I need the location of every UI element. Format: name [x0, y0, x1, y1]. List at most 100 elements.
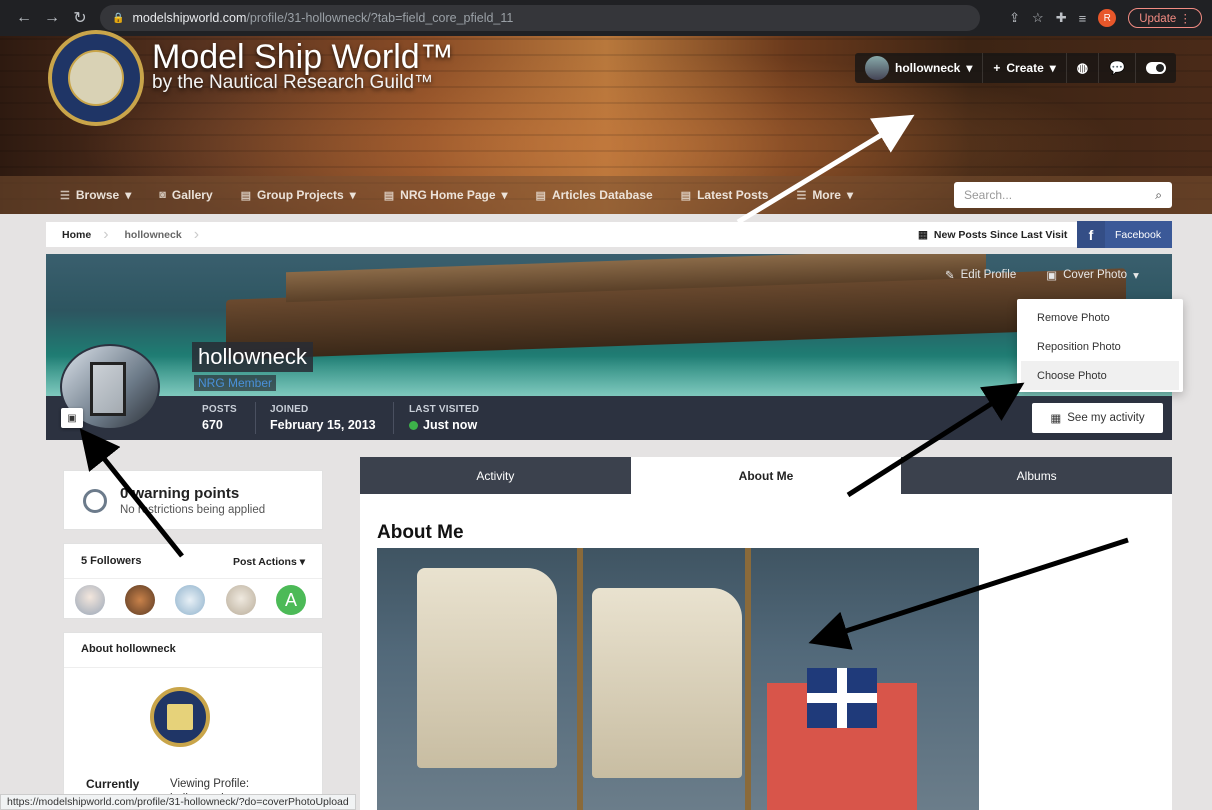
stat-joined-value: February 15, 2013	[270, 418, 376, 432]
tab-albums[interactable]: Albums	[901, 457, 1172, 494]
messages-button[interactable]: 💬	[1099, 53, 1137, 83]
chat-icon: 💬	[1109, 60, 1126, 75]
search-icon[interactable]: ⌕	[1155, 188, 1162, 203]
breadcrumb-current: hollowneck	[124, 228, 182, 241]
address-bar[interactable]: 🔒 modelshipworld.com /profile/31-hollown…	[100, 5, 980, 31]
document-icon: ▤	[680, 189, 692, 202]
newspaper-icon: ▦	[1050, 413, 1062, 425]
nav-group-projects[interactable]: ▤ Group Projects ▾	[241, 188, 356, 202]
reload-icon[interactable]: ↻	[66, 8, 94, 28]
about-me-photo	[377, 548, 979, 810]
chevron-down-icon: ▾	[349, 188, 356, 202]
logo-emblem	[68, 50, 124, 106]
followers-title[interactable]: 5 Followers	[81, 555, 142, 567]
follower-avatar[interactable]	[175, 585, 205, 615]
stat-last-row: Just now	[409, 418, 479, 432]
site-logo[interactable]	[48, 30, 144, 126]
facebook-icon: f	[1077, 221, 1105, 248]
tab-about-me[interactable]: About Me	[630, 457, 902, 494]
seal-emblem	[167, 704, 193, 730]
chevron-down-icon: ▾	[125, 188, 132, 202]
lock-icon: 🔒	[112, 12, 125, 24]
warning-title: 0 warning points	[120, 485, 240, 502]
list-icon: ☰	[60, 189, 70, 202]
browser-profile-avatar[interactable]: R	[1098, 9, 1117, 27]
photo-mast	[577, 548, 583, 810]
url-path: /profile/31-hollowneck/?tab=field_core_p…	[246, 11, 514, 25]
menu-reposition-photo[interactable]: Reposition Photo	[1017, 332, 1183, 361]
stat-last-label: LAST VISITED	[409, 404, 480, 415]
stat-last-value: Just now	[423, 418, 478, 432]
menu-choose-photo[interactable]: Choose Photo	[1021, 361, 1179, 390]
facebook-button[interactable]: f Facebook	[1077, 221, 1172, 248]
avatar-upload-button[interactable]: ▣	[61, 408, 83, 428]
cover-photo-menu: Remove Photo Reposition Photo Choose Pho…	[1017, 299, 1183, 392]
nav-more[interactable]: ☰ More ▾	[796, 188, 853, 202]
photo-union-jack	[807, 668, 877, 728]
nav-more-label: More	[812, 188, 841, 202]
tab-activity[interactable]: Activity	[360, 457, 631, 494]
reading-list-icon[interactable]: ≡	[1079, 11, 1087, 26]
follower-avatar[interactable]	[226, 585, 256, 615]
nav-gallery[interactable]: ◙ Gallery	[159, 188, 212, 202]
profile-username: hollowneck	[192, 342, 313, 372]
chevron-down-icon: ▾	[1133, 270, 1139, 282]
globe-icon: ◍	[1076, 60, 1089, 75]
search-input[interactable]: Search... ⌕	[954, 182, 1172, 208]
cover-actions: ✎ Edit Profile ▣ Cover Photo ▾	[945, 268, 1139, 282]
post-actions-label: Post Actions	[233, 556, 297, 568]
follower-avatar[interactable]	[75, 585, 105, 615]
share-icon[interactable]: ⇪	[1009, 10, 1020, 26]
follower-avatar[interactable]: A	[276, 585, 306, 615]
warning-ring-icon	[83, 489, 107, 513]
pencil-icon: ✎	[945, 270, 955, 282]
globe-button[interactable]: ◍	[1067, 53, 1100, 83]
panel-divider	[64, 578, 322, 579]
edit-profile-button[interactable]: ✎ Edit Profile	[945, 268, 1016, 282]
forward-icon[interactable]: →	[38, 9, 66, 27]
nav-nrg-home[interactable]: ▤ NRG Home Page ▾	[384, 188, 508, 202]
list-icon: ☰	[796, 189, 807, 202]
nav-articles-label: Articles Database	[551, 188, 653, 202]
create-menu[interactable]: + Create ▾	[983, 53, 1067, 83]
star-icon[interactable]: ☆	[1032, 10, 1044, 26]
theme-toggle[interactable]	[1136, 53, 1176, 83]
chevron-down-icon: ▾	[1049, 61, 1056, 75]
about-me-heading: About Me	[377, 522, 464, 543]
avatar-lantern	[90, 362, 126, 416]
profile-tabs: Activity About Me Albums	[360, 457, 1172, 494]
follower-avatar[interactable]	[125, 585, 155, 615]
photo-sail	[592, 588, 742, 778]
back-icon[interactable]: ←	[10, 9, 38, 27]
menu-remove-photo[interactable]: Remove Photo	[1017, 303, 1183, 332]
about-user-title: About hollowneck	[81, 643, 176, 655]
post-actions-menu[interactable]: Post Actions ▾	[233, 556, 305, 568]
nav-nrg-home-label: NRG Home Page	[400, 188, 496, 202]
nav-articles[interactable]: ▤ Articles Database	[536, 188, 653, 202]
stat-divider	[393, 402, 394, 434]
user-menu-name: hollowneck	[895, 61, 961, 75]
currently-label: Currently	[86, 777, 140, 791]
nav-browse[interactable]: ☰ Browse ▾	[60, 188, 131, 202]
new-posts-label: New Posts Since Last Visit	[933, 228, 1068, 241]
stat-posts-value: 670	[202, 418, 223, 432]
update-label: Update	[1139, 13, 1177, 25]
see-activity-button[interactable]: ▦ See my activity	[1032, 403, 1163, 433]
panel-divider	[64, 667, 322, 668]
photo-mast	[745, 548, 751, 810]
user-menu[interactable]: hollowneck ▾	[855, 53, 984, 83]
newspaper-icon: ▦	[918, 228, 928, 241]
breadcrumb-home[interactable]: Home	[46, 229, 103, 241]
stat-joined-label: JOINED	[270, 404, 309, 415]
nav-latest-posts-label: Latest Posts	[697, 188, 769, 202]
cover-photo-button[interactable]: ▣ Cover Photo ▾	[1046, 268, 1139, 282]
warning-subtitle: No restrictions being applied	[120, 504, 266, 516]
nav-latest-posts[interactable]: ▤ Latest Posts	[681, 188, 769, 202]
extensions-icon[interactable]: ✚	[1056, 10, 1067, 26]
breadcrumb-separator: ›	[193, 225, 200, 243]
chevron-down-icon: ▾	[299, 556, 305, 568]
camera-icon: ◙	[159, 189, 166, 201]
new-posts-link[interactable]: ▦ New Posts Since Last Visit	[908, 222, 1077, 247]
update-button[interactable]: Update ⋮	[1128, 8, 1202, 28]
user-avatar	[865, 56, 889, 80]
